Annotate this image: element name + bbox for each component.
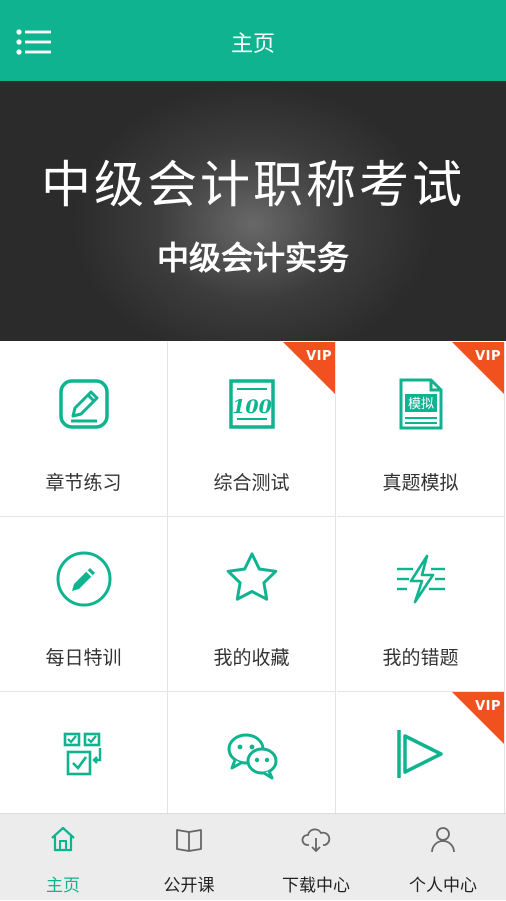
bottom-tab-bar: 主页 公开课 下载中心 个人中心 bbox=[0, 813, 506, 900]
home-icon bbox=[51, 826, 75, 852]
grid-item-checklist[interactable] bbox=[0, 692, 168, 813]
tab-label: 主页 bbox=[46, 876, 80, 896]
score-100-icon: 100 bbox=[228, 379, 275, 429]
star-icon bbox=[226, 552, 277, 601]
tab-open-course[interactable]: 公开课 bbox=[126, 814, 252, 901]
grid-item-comprehensive-test[interactable]: 100 综合测试 VIP bbox=[168, 342, 336, 517]
grid-item-my-mistakes[interactable]: 我的错题 bbox=[337, 517, 505, 692]
grid-item-mock-exam[interactable]: 模拟 真题模拟 VIP bbox=[337, 342, 505, 517]
tab-label: 公开课 bbox=[163, 876, 215, 896]
banner-subtitle: 中级会计实务 bbox=[156, 239, 349, 277]
pencil-circle-icon bbox=[56, 551, 111, 607]
mock-exam-document-icon: 模拟 bbox=[399, 378, 442, 430]
grid-item-label: 综合测试 bbox=[213, 472, 290, 494]
grid-item-label: 章节练习 bbox=[45, 472, 122, 494]
grid-item-chapter-practice[interactable]: 章节练习 bbox=[0, 342, 168, 517]
svg-text:100: 100 bbox=[232, 396, 272, 418]
grid-item-label: 每日特训 bbox=[45, 647, 122, 669]
page-title: 主页 bbox=[230, 32, 275, 57]
vip-badge: VIP bbox=[452, 342, 504, 394]
wechat-chat-icon bbox=[227, 733, 277, 780]
feature-grid: 章节练习 100 综合测试 VIP 模拟 真题模拟 VIP 每日特训 我的收藏 … bbox=[0, 342, 506, 813]
grid-item-label: 真题模拟 bbox=[382, 472, 459, 494]
list-menu-icon bbox=[16, 29, 51, 55]
vip-badge: VIP bbox=[283, 342, 335, 394]
tab-label: 个人中心 bbox=[409, 876, 477, 896]
banner[interactable]: 中级会计职称考试 中级会计实务 bbox=[0, 81, 506, 341]
top-app-bar: 主页 bbox=[0, 0, 506, 81]
banner-title: 中级会计职称考试 bbox=[41, 156, 465, 214]
cloud-download-icon bbox=[301, 828, 331, 853]
lightning-lines-icon bbox=[396, 554, 445, 604]
tab-download-center[interactable]: 下载中心 bbox=[253, 814, 379, 901]
tab-home[interactable]: 主页 bbox=[0, 814, 126, 901]
tab-personal-center[interactable]: 个人中心 bbox=[380, 814, 506, 901]
grid-item-wechat[interactable] bbox=[168, 692, 336, 813]
svg-text:模拟: 模拟 bbox=[407, 397, 433, 412]
play-video-icon bbox=[396, 730, 443, 778]
grid-item-label: 我的收藏 bbox=[213, 647, 290, 669]
menu-button[interactable] bbox=[16, 28, 52, 56]
tab-label: 下载中心 bbox=[282, 876, 350, 896]
grid-item-my-favorites[interactable]: 我的收藏 bbox=[168, 517, 336, 692]
vip-badge: VIP bbox=[452, 692, 504, 744]
grid-item-daily-training[interactable]: 每日特训 bbox=[0, 517, 168, 692]
grid-item-video[interactable]: VIP bbox=[337, 692, 505, 813]
grid-item-label: 我的错题 bbox=[382, 647, 459, 669]
user-icon bbox=[431, 827, 455, 853]
open-book-icon bbox=[176, 829, 202, 852]
pencil-square-icon bbox=[58, 379, 109, 429]
checklist-icon bbox=[63, 732, 101, 776]
